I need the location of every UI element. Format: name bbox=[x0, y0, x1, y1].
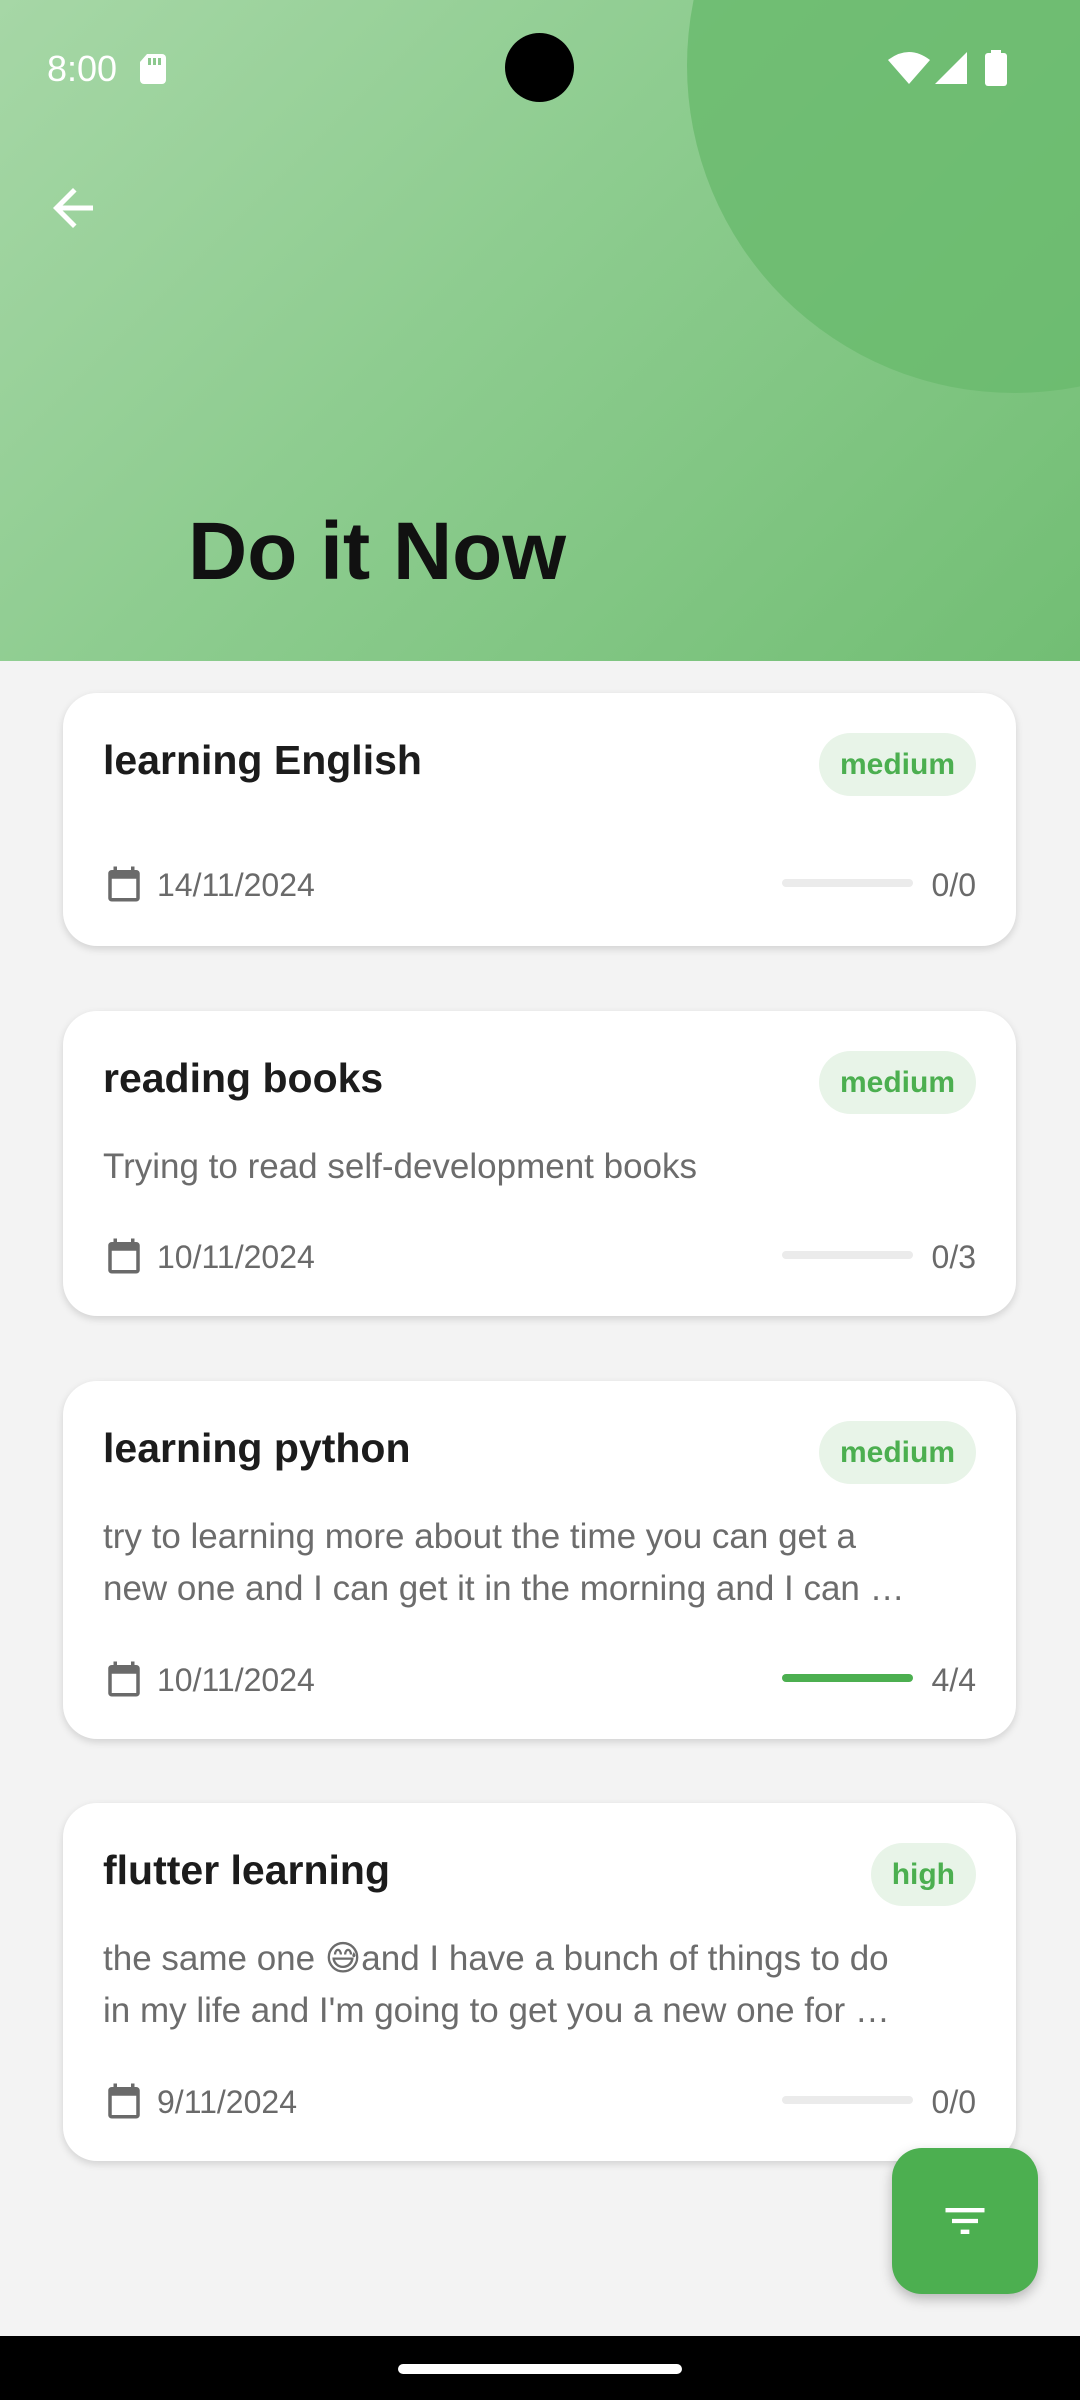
task-description: try to learning more about the time you … bbox=[103, 1511, 973, 1615]
progress-count: 0/0 bbox=[931, 2084, 976, 2120]
home-gesture-handle[interactable] bbox=[398, 2364, 682, 2374]
task-description: the same one 😅and I have a bunch of thin… bbox=[103, 1933, 973, 2037]
task-description: Trying to read self-development books bbox=[103, 1141, 973, 1193]
task-title: flutter learning bbox=[103, 1847, 391, 1893]
progress-count: 0/0 bbox=[931, 867, 976, 903]
priority-badge: medium bbox=[818, 1421, 976, 1484]
status-time: 8:00 bbox=[47, 48, 118, 89]
filter-button[interactable] bbox=[892, 2148, 1038, 2294]
task-date: 10/11/2024 bbox=[157, 1662, 315, 1698]
task-card[interactable]: learning English medium 14/11/2024 0/0 bbox=[63, 693, 1016, 946]
task-date: 14/11/2024 bbox=[157, 867, 315, 903]
signal-icon bbox=[935, 52, 967, 84]
description-line: new one and I can get it in the morning … bbox=[103, 1569, 905, 1608]
battery-icon bbox=[985, 50, 1007, 86]
priority-badge: medium bbox=[818, 1051, 976, 1114]
calendar-icon bbox=[108, 1661, 140, 1697]
description-line: the same one 😅and I have a bunch of thin… bbox=[103, 1939, 889, 1978]
task-card[interactable]: flutter learning high the same one 😅and … bbox=[63, 1803, 1016, 2161]
task-date: 9/11/2024 bbox=[157, 2084, 297, 2120]
task-card[interactable]: learning python medium try to learning m… bbox=[63, 1381, 1016, 1739]
filter-icon bbox=[945, 2208, 985, 2234]
progress-bar bbox=[782, 879, 913, 887]
progress-bar bbox=[782, 1251, 913, 1259]
task-date: 10/11/2024 bbox=[157, 1239, 315, 1275]
progress-bar bbox=[782, 1674, 913, 1682]
task-title: learning python bbox=[103, 1425, 411, 1471]
calendar-icon bbox=[108, 866, 140, 902]
sd-card-icon bbox=[140, 54, 166, 84]
description-line: in my life and I'm going to get you a ne… bbox=[103, 1991, 890, 2030]
task-title: learning English bbox=[103, 737, 422, 783]
description-line: try to learning more about the time you … bbox=[103, 1517, 856, 1556]
task-title: reading books bbox=[103, 1055, 384, 1101]
arrow-left-icon bbox=[53, 188, 93, 228]
priority-badge: medium bbox=[818, 733, 976, 796]
back-button[interactable] bbox=[43, 178, 103, 238]
description-line: Trying to read self-development books bbox=[103, 1147, 698, 1186]
camera-cutout bbox=[505, 33, 574, 102]
task-card[interactable]: reading books medium Trying to read self… bbox=[63, 1011, 1016, 1316]
status-bar: 8:00 bbox=[0, 0, 1080, 135]
priority-badge: high bbox=[870, 1843, 976, 1906]
progress-fill bbox=[782, 1674, 913, 1682]
calendar-icon bbox=[108, 2083, 140, 2119]
progress-count: 4/4 bbox=[931, 1662, 976, 1698]
wifi-icon bbox=[888, 52, 930, 84]
calendar-icon bbox=[108, 1238, 140, 1274]
page-title: Do it Now bbox=[188, 506, 567, 597]
progress-bar bbox=[782, 2096, 913, 2104]
progress-count: 0/3 bbox=[931, 1239, 976, 1275]
